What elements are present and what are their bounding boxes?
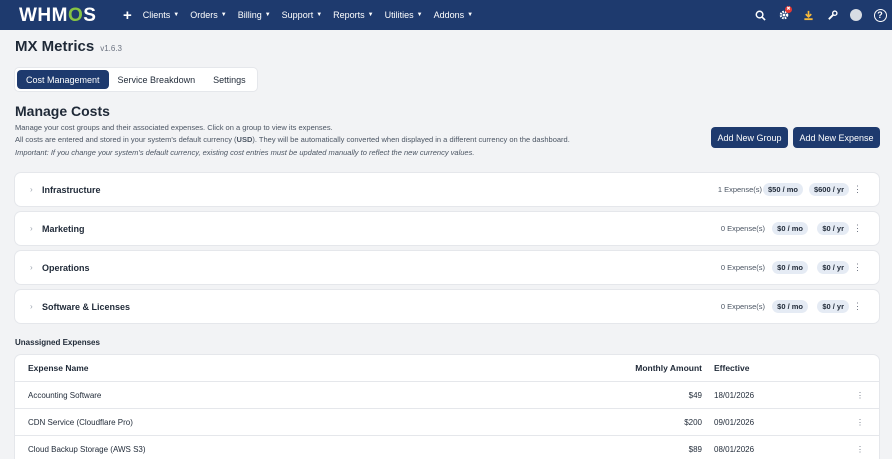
tab-settings[interactable]: Settings	[204, 70, 255, 89]
group-row[interactable]: › Marketing 0 Expense(s) $0 / mo $0 / yr…	[15, 212, 879, 245]
monthly-amount: $200	[684, 417, 702, 427]
column-monthly-amount: Monthly Amount	[635, 363, 702, 373]
expense-count: 0 Expense(s)	[720, 224, 765, 233]
nav-icons: ✖ ?	[748, 0, 892, 30]
main-menu: + Clients ▼ Orders ▼ Billing ▼ Support ▼ Rep…	[123, 0, 484, 30]
effective-date: 08/01/2026	[714, 444, 755, 454]
monthly-total-badge: $0 / mo	[772, 261, 808, 274]
nav-reports[interactable]: Reports ▼	[333, 10, 373, 20]
caret-down-icon: ▼	[173, 12, 180, 18]
description-important: Important: If you change your system's d…	[15, 148, 475, 157]
group-row[interactable]: › Operations 0 Expense(s) $0 / mo $0 / y…	[15, 251, 879, 284]
caret-down-icon: ▼	[316, 12, 323, 18]
help-icon[interactable]: ?	[868, 0, 892, 30]
yearly-total-badge: $0 / yr	[817, 222, 849, 235]
tab-cost-management[interactable]: Cost Management	[17, 70, 109, 89]
caret-down-icon: ▼	[264, 12, 271, 18]
avatar-icon[interactable]	[844, 0, 868, 30]
column-effective: Effective	[714, 363, 750, 373]
expense-name: CDN Service (Cloudflare Pro)	[28, 417, 133, 427]
plus-icon[interactable]: +	[123, 7, 132, 24]
notification-badge: ✖	[785, 6, 792, 13]
group-name: Software & Licenses	[42, 301, 131, 312]
avatar	[850, 9, 862, 21]
add-expense-button[interactable]: Add New Expense	[793, 127, 880, 148]
nav-addons[interactable]: Addons ▼	[434, 10, 473, 20]
chevron-right-icon: ›	[30, 263, 33, 272]
description-line-1: Manage your cost groups and their associ…	[15, 123, 333, 132]
more-vertical-icon[interactable]: ⋮	[853, 184, 862, 195]
nav-orders[interactable]: Orders ▼	[190, 10, 226, 20]
table-row[interactable]: CDN Service (Cloudflare Pro) $200 09/01/…	[15, 409, 879, 436]
more-vertical-icon[interactable]: ⋮	[853, 223, 862, 234]
chevron-right-icon: ›	[30, 185, 33, 194]
effective-date: 09/01/2026	[714, 417, 755, 427]
module-title: MX Metrics	[15, 38, 95, 55]
caret-down-icon: ▼	[367, 12, 374, 18]
more-vertical-icon[interactable]: ⋮	[856, 445, 864, 454]
yearly-total-badge: $0 / yr	[817, 300, 849, 313]
group-name: Infrastructure	[42, 184, 101, 195]
chevron-right-icon: ›	[30, 302, 33, 311]
monthly-total-badge: $0 / mo	[772, 222, 808, 235]
expense-count: 0 Expense(s)	[720, 263, 765, 272]
yearly-total-badge: $0 / yr	[817, 261, 849, 274]
section-title: Manage Costs	[15, 103, 110, 119]
question-icon: ?	[873, 8, 887, 22]
table-row[interactable]: Accounting Software $49 18/01/2026 ⋮	[15, 382, 879, 409]
wrench-icon[interactable]	[820, 0, 844, 30]
tab-service-breakdown[interactable]: Service Breakdown	[109, 70, 205, 89]
gear-icon[interactable]: ✖	[772, 0, 796, 30]
monthly-amount: $49	[688, 390, 702, 400]
caret-down-icon: ▼	[416, 12, 423, 18]
group-name: Operations	[42, 262, 90, 273]
logo-text: WHM	[19, 5, 68, 26]
caret-down-icon: ▼	[220, 12, 227, 18]
module-version: v1.6.3	[100, 44, 122, 53]
monthly-total-badge: $50 / mo	[762, 183, 803, 196]
caret-down-icon: ▼	[467, 12, 474, 18]
download-icon[interactable]	[796, 0, 820, 30]
column-expense-name: Expense Name	[28, 363, 89, 373]
nav-billing[interactable]: Billing ▼	[238, 10, 271, 20]
nav-clients[interactable]: Clients ▼	[143, 10, 179, 20]
expense-count: 0 Expense(s)	[720, 302, 765, 311]
add-group-button[interactable]: Add New Group	[711, 127, 788, 148]
currency-code: USD	[236, 135, 253, 144]
more-vertical-icon[interactable]: ⋮	[853, 262, 862, 273]
monthly-amount: $89	[688, 444, 702, 454]
tab-bar: Cost Management Service Breakdown Settin…	[15, 68, 257, 91]
yearly-total-badge: $600 / yr	[808, 183, 849, 196]
description-line-2: All costs are entered and stored in your…	[15, 135, 570, 144]
expenses-table: Expense Name Monthly Amount Effective Ac…	[15, 355, 879, 459]
nav-utilities[interactable]: Utilities ▼	[385, 10, 423, 20]
monthly-total-badge: $0 / mo	[772, 300, 808, 313]
expense-name: Accounting Software	[28, 390, 102, 400]
effective-date: 18/01/2026	[714, 390, 755, 400]
table-header: Expense Name Monthly Amount Effective	[15, 355, 879, 382]
logo-o: O	[67, 5, 84, 26]
logo-text-end: S	[83, 5, 97, 26]
page-title: MX Metrics v1.6.3	[15, 38, 122, 55]
nav-support[interactable]: Support ▼	[282, 10, 322, 20]
top-nav: WHM O S + Clients ▼ Orders ▼ Billing ▼ Suppor…	[0, 0, 892, 30]
expense-name: Cloud Backup Storage (AWS S3)	[28, 444, 146, 454]
chevron-right-icon: ›	[30, 224, 33, 233]
group-row[interactable]: › Software & Licenses 0 Expense(s) $0 / …	[15, 290, 879, 323]
group-row[interactable]: › Infrastructure 1 Expense(s) $50 / mo $…	[15, 173, 879, 206]
more-vertical-icon[interactable]: ⋮	[856, 391, 864, 400]
more-vertical-icon[interactable]: ⋮	[856, 418, 864, 427]
more-vertical-icon[interactable]: ⋮	[853, 301, 862, 312]
search-icon[interactable]	[748, 0, 772, 30]
unassigned-title: Unassigned Expenses	[15, 338, 100, 347]
group-name: Marketing	[42, 223, 85, 234]
expense-count: 1 Expense(s)	[717, 185, 762, 194]
table-row[interactable]: Cloud Backup Storage (AWS S3) $89 08/01/…	[15, 436, 879, 459]
whmcs-logo[interactable]: WHM O S	[19, 5, 96, 27]
